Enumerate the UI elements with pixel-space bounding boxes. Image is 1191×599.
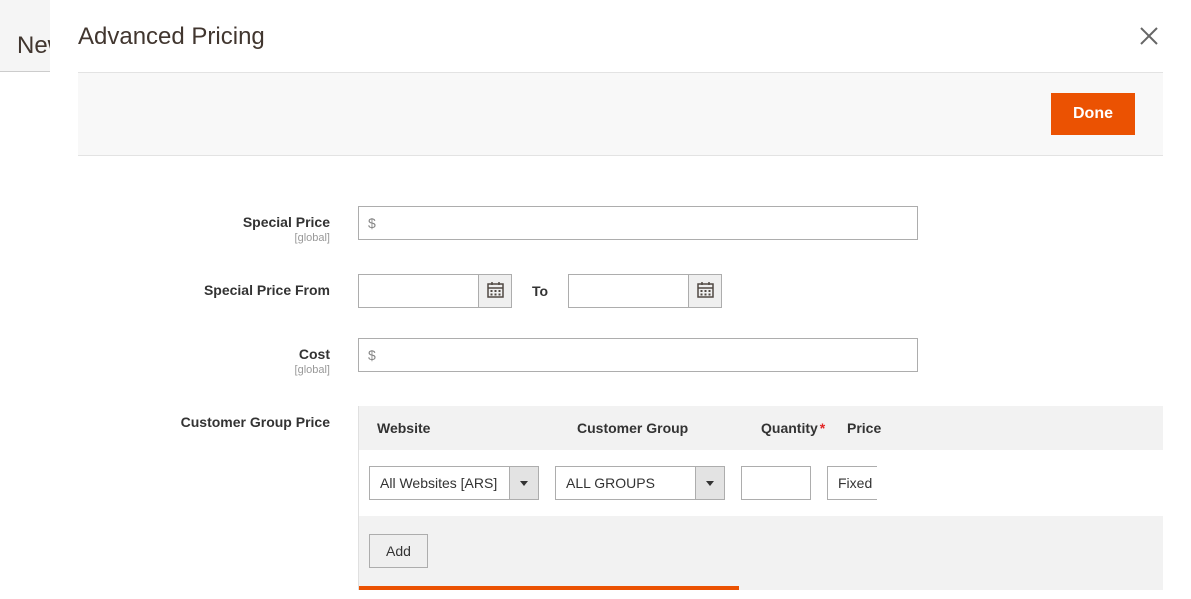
special-price-row: Special Price [global] $ [78, 206, 1163, 244]
close-icon [1139, 22, 1159, 52]
form-area: Special Price [global] $ Special Price F… [50, 156, 1191, 599]
to-label: To [532, 283, 548, 299]
special-price-to-input[interactable] [568, 274, 688, 308]
cost-scope: [global] [78, 364, 330, 376]
calendar-icon [487, 281, 504, 301]
add-button[interactable]: Add [369, 534, 428, 568]
advanced-pricing-modal: Advanced Pricing Done Special Price [glo… [50, 0, 1191, 599]
customer-group-price-label: Customer Group Price [181, 414, 330, 430]
cgp-header-price: Price [839, 420, 911, 436]
website-select-value: All Websites [ARS] [369, 466, 509, 500]
price-type-select[interactable]: Fixed [827, 466, 877, 500]
done-button[interactable]: Done [1051, 93, 1135, 135]
cost-input[interactable] [358, 338, 918, 372]
special-price-from-input[interactable] [358, 274, 478, 308]
calendar-to-button[interactable] [688, 274, 722, 308]
modal-title: Advanced Pricing [78, 23, 265, 51]
price-type-select-value: Fixed [827, 466, 877, 500]
page-behind-title: New [0, 0, 50, 72]
special-price-label: Special Price [243, 214, 330, 230]
special-price-input[interactable] [358, 206, 918, 240]
special-price-from-label: Special Price From [204, 282, 330, 298]
modal-header: Advanced Pricing [50, 0, 1191, 72]
chevron-down-icon [695, 466, 725, 500]
calendar-from-button[interactable] [478, 274, 512, 308]
close-button[interactable] [1135, 20, 1163, 54]
scroll-indicator[interactable] [359, 586, 739, 590]
cgp-body-row: All Websites [ARS] ALL GROUPS Fixed [359, 450, 1163, 516]
special-price-scope: [global] [78, 232, 330, 244]
cost-label: Cost [299, 346, 330, 362]
cgp-header-group: Customer Group [569, 420, 753, 436]
cgp-header-row: Website Customer Group Quantity* Price [359, 406, 1163, 450]
customer-group-select-value: ALL GROUPS [555, 466, 695, 500]
website-select[interactable]: All Websites [ARS] [369, 466, 539, 500]
page-behind-body [0, 72, 50, 599]
customer-group-price-row: Customer Group Price Website Customer Gr… [78, 406, 1163, 590]
special-price-from-row: Special Price From To [78, 274, 1163, 308]
chevron-down-icon [509, 466, 539, 500]
required-star: * [820, 420, 825, 436]
quantity-input[interactable] [741, 466, 811, 500]
cgp-footer: Add [359, 516, 1163, 590]
cgp-header-website: Website [369, 420, 569, 436]
cost-row: Cost [global] $ [78, 338, 1163, 376]
cgp-header-quantity: Quantity* [753, 420, 839, 436]
calendar-icon [697, 281, 714, 301]
customer-group-select[interactable]: ALL GROUPS [555, 466, 725, 500]
customer-group-price-table: Website Customer Group Quantity* Price A… [358, 406, 1163, 590]
action-bar: Done [78, 72, 1163, 156]
